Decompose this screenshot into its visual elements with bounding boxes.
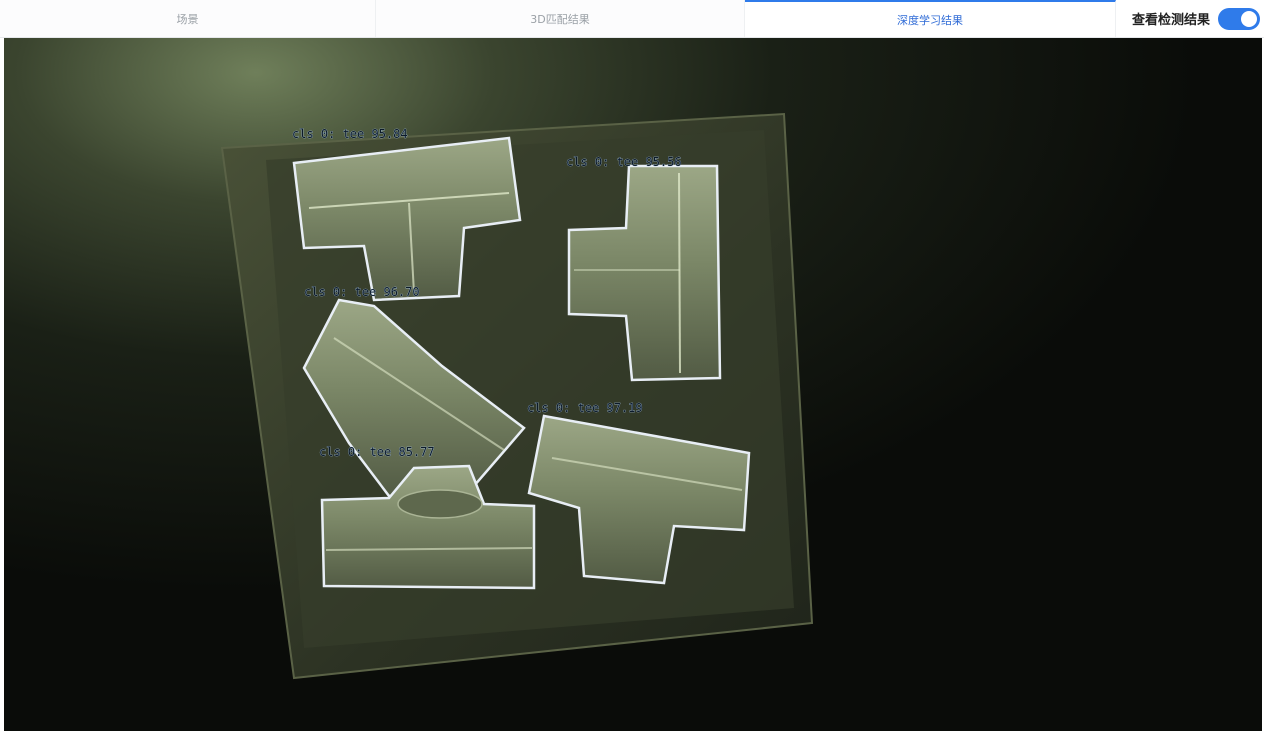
image-viewer[interactable]: cls 0: tee 95.84 cls 0: tee 95.56 cls 0:…: [4, 38, 1262, 731]
camera-image: cls 0: tee 95.84 cls 0: tee 95.56 cls 0:…: [4, 38, 1262, 731]
detection-label: cls 0: tee 95.56: [566, 155, 682, 169]
detection-label: cls 0: tee 96.70: [304, 285, 420, 299]
detection-label: cls 0: tee 85.77: [319, 445, 435, 459]
detection-toggle-area: 查看检测结果: [1116, 0, 1264, 37]
pipe-opening: [397, 489, 483, 519]
tab-3d-match-result[interactable]: 3D匹配结果: [376, 0, 745, 37]
pipe-highlight: [678, 172, 681, 374]
detection-label: cls 0: tee 95.84: [292, 127, 408, 141]
tab-scene[interactable]: 场景: [0, 0, 376, 37]
switch-knob: [1241, 10, 1257, 27]
show-detections-switch[interactable]: [1218, 7, 1260, 30]
toggle-label: 查看检测结果: [1131, 13, 1210, 28]
detection-label: cls 0: tee 97.19: [527, 401, 643, 415]
view-tabs: 场景 3D匹配结果 深度学习结果: [0, 0, 1116, 37]
top-bar: 场景 3D匹配结果 深度学习结果 查看检测结果: [0, 0, 1264, 38]
tab-deep-learning-result[interactable]: 深度学习结果: [745, 0, 1116, 37]
